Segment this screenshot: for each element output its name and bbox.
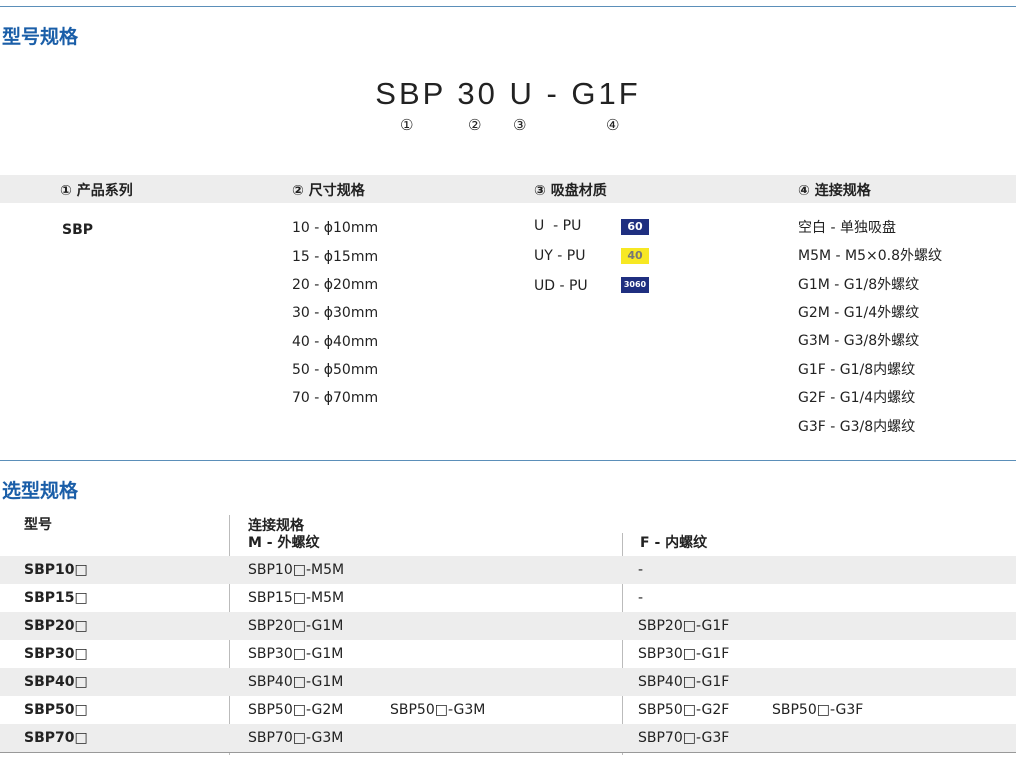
section-title-model-spec: 型号规格 [2,26,79,48]
table-row: SBP30□ SBP30□-G1M SBP30□-G1F [0,640,1016,668]
spec-header-connection: ④ 连接规格 [798,183,871,199]
connection-item: G3F - G3/8内螺纹 [798,419,916,435]
connection-item: G1F - G1/8内螺纹 [798,362,916,378]
row-model: SBP20□ [24,618,88,634]
row-model: SBP50□ [24,702,88,718]
row-male-1: SBP10□-M5M [248,562,345,578]
row-female-1: SBP30□-G1F [638,646,730,662]
row-female-1: SBP50□-G2F [638,702,730,718]
bottom-rule [0,752,1016,753]
row-male-1: SBP20□-G1M [248,618,344,634]
size-item: 70 - ϕ70mm [292,390,379,406]
table-row: SBP20□ SBP20□-G1M SBP20□-G1F [0,612,1016,640]
connection-item: G1M - G1/8外螺纹 [798,277,920,293]
column-header-female-thread: F - 内螺纹 [640,535,708,551]
row-model: SBP10□ [24,562,88,578]
row-female-1: - [638,562,644,578]
connection-item: 空白 - 单独吸盘 [798,220,896,236]
size-item: 40 - ϕ40mm [292,334,379,350]
series-value: SBP [62,222,94,238]
row-model: SBP40□ [24,674,88,690]
middle-rule [0,460,1016,461]
hardness-badge: 3060 [621,277,649,293]
row-female-1: SBP40□-G1F [638,674,730,690]
top-rule [0,6,1016,7]
size-item: 20 - ϕ20mm [292,277,379,293]
table-row: SBP15□ SBP15□-M5M - [0,584,1016,612]
row-male-1: SBP70□-G3M [248,730,344,746]
spec-header-series: ① 产品系列 [60,183,133,199]
table-row: SBP40□ SBP40□-G1M SBP40□-G1F [0,668,1016,696]
spec-header-bar: ① 产品系列 ② 尺寸规格 ③ 吸盘材质 ④ 连接规格 [0,175,1016,203]
row-model: SBP30□ [24,646,88,662]
row-female-1: SBP70□-G3F [638,730,730,746]
size-item: 30 - ϕ30mm [292,305,379,321]
row-male-1: SBP30□-G1M [248,646,344,662]
row-female-1: SBP20□-G1F [638,618,730,634]
column-header-male-thread: M - 外螺纹 [248,535,320,551]
table-row: SBP50□ SBP50□-G2M SBP50□-G3M SBP50□-G2F … [0,696,1016,724]
connection-item: G2F - G1/4内螺纹 [798,390,916,406]
size-item: 10 - ϕ10mm [292,220,379,236]
row-male-2: SBP50□-G3M [390,702,486,718]
hardness-badge: 60 [621,219,649,235]
material-item: U - PU [534,218,582,234]
hardness-badge: 40 [621,248,649,264]
section-title-selection: 选型规格 [2,480,79,502]
connection-item: G2M - G1/4外螺纹 [798,305,920,321]
connection-item: G3M - G3/8外螺纹 [798,333,920,349]
code-marker-2: ② [468,116,482,134]
table-row: SBP10□ SBP10□-M5M - [0,556,1016,584]
column-header-model: 型号 [24,517,52,533]
size-item: 15 - ϕ15mm [292,249,379,265]
row-female-2: SBP50□-G3F [772,702,864,718]
code-marker-4: ④ [606,116,620,134]
spec-header-size: ② 尺寸规格 [292,183,365,199]
code-marker-1: ① [400,116,414,134]
row-male-1: SBP50□-G2M [248,702,344,718]
model-code: SBP 30 U - G1F [375,76,641,111]
row-male-1: SBP15□-M5M [248,590,345,606]
spec-header-material: ③ 吸盘材质 [534,183,607,199]
material-item: UD - PU [534,278,588,294]
code-marker-3: ③ [513,116,527,134]
table-row: SBP70□ SBP70□-G3M SBP70□-G3F [0,724,1016,752]
connection-item: M5M - M5×0.8外螺纹 [798,248,942,264]
material-item: UY - PU [534,248,586,264]
row-model: SBP15□ [24,590,88,606]
row-model: SBP70□ [24,730,88,746]
row-male-1: SBP40□-G1M [248,674,344,690]
size-item: 50 - ϕ50mm [292,362,379,378]
row-female-1: - [638,590,644,606]
